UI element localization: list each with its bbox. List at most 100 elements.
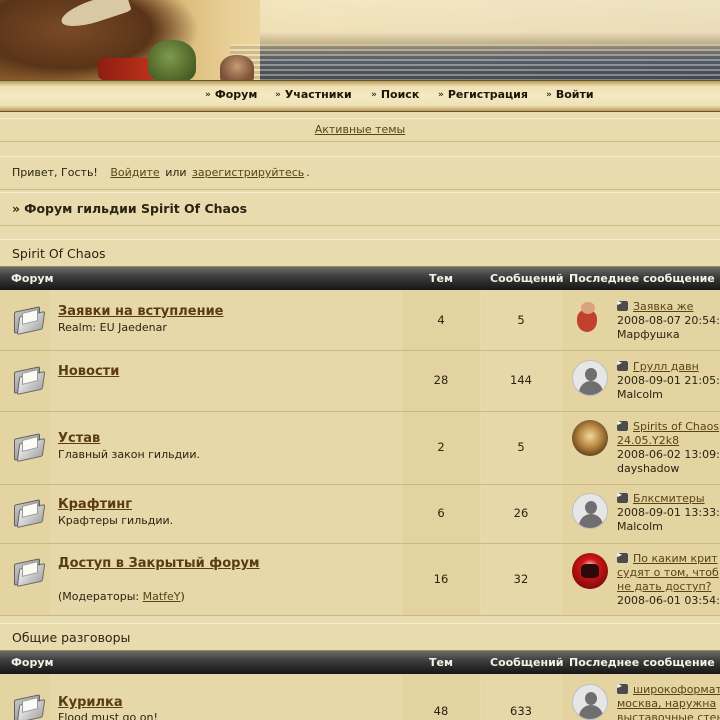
nav-members-label: Участники bbox=[284, 88, 352, 101]
greeting-text: Привет, Гость! bbox=[12, 166, 98, 179]
register-link[interactable]: зарегистрируйтесь bbox=[192, 166, 304, 179]
forum-main-cell: Доступ в Закрытый форум (Модераторы: Mat… bbox=[50, 544, 401, 615]
last-post-date: 2008-08-07 20:54: bbox=[617, 314, 720, 327]
nav-search[interactable]: » Поиск bbox=[371, 88, 419, 104]
goto-last-post-icon[interactable] bbox=[617, 298, 628, 311]
forum-row: Крафтинг Крафтеры гильдии. 6 26 Блксмите… bbox=[0, 485, 720, 544]
moderator-link[interactable]: MatfeY bbox=[143, 590, 181, 603]
double-chevron-icon: » bbox=[438, 90, 444, 100]
moderators-close: ) bbox=[180, 590, 185, 603]
last-post-cell: Грулл давн 2008-09-01 21:05: Malcolm bbox=[562, 351, 720, 411]
active-topics-link[interactable]: Активные темы bbox=[315, 123, 406, 136]
forum-name-link[interactable]: Доступ в Закрытый форум bbox=[58, 556, 260, 571]
last-post-title-link[interactable]: По каким крит bbox=[633, 552, 718, 565]
main-navbar: » Форум » Участники » Поиск » Регистрация » В… bbox=[0, 80, 720, 112]
last-post-title-link[interactable]: широкоформат bbox=[633, 683, 720, 696]
forum-main-cell: Устав Главный закон гильдии. bbox=[50, 412, 401, 484]
last-post-date: 2008-09-01 13:33: bbox=[617, 506, 720, 519]
topics-cell: 2 bbox=[402, 412, 480, 484]
posts-cell: 633 bbox=[481, 674, 561, 720]
posts-cell: 144 bbox=[481, 351, 561, 411]
last-post-title-line: По каким крит bbox=[617, 550, 718, 565]
posts-count: 5 bbox=[517, 440, 525, 454]
goto-last-post-icon[interactable] bbox=[617, 550, 628, 563]
banner-human-figure bbox=[220, 55, 254, 80]
goto-last-post-icon[interactable] bbox=[617, 358, 628, 371]
breadcrumb-raquo: » bbox=[12, 201, 21, 216]
forum-description: Крафтеры гильдии. bbox=[58, 514, 174, 527]
last-post-title-line: Spirits of Chaos bbox=[617, 418, 719, 433]
last-post-cell: широкоформат москва, наружна выставочные… bbox=[562, 674, 720, 720]
greeting-suffix: . bbox=[306, 166, 310, 179]
nav-forum[interactable]: » Форум bbox=[205, 88, 257, 104]
last-post-title-link[interactable]: Грулл давн bbox=[633, 360, 699, 373]
forum-name-link[interactable]: Крафтинг bbox=[58, 497, 132, 512]
forum-name-link[interactable]: Устав bbox=[58, 431, 100, 446]
last-post-title-link[interactable]: Заявка же bbox=[633, 300, 693, 313]
posts-cell: 26 bbox=[481, 485, 561, 543]
last-post-title-link-cont[interactable]: судят о том, чтоб bbox=[617, 566, 719, 579]
dwarf-avatar[interactable] bbox=[572, 300, 608, 336]
topics-cell: 28 bbox=[402, 351, 480, 411]
last-post-author: Марфушка bbox=[617, 328, 680, 341]
forum-icon-cell bbox=[0, 351, 50, 411]
default-avatar[interactable] bbox=[572, 493, 608, 529]
last-post-date: 2008-06-02 13:09: bbox=[617, 448, 720, 461]
goto-last-post-icon[interactable] bbox=[617, 418, 628, 431]
posts-cell: 5 bbox=[481, 412, 561, 484]
last-post-title-line: Блксмитеры bbox=[617, 490, 705, 505]
double-chevron-icon: » bbox=[371, 90, 377, 100]
forum-description: Flood must go on! bbox=[58, 711, 158, 720]
forum-icon-cell bbox=[0, 290, 50, 350]
topics-count: 4 bbox=[437, 313, 445, 327]
goto-last-post-icon[interactable] bbox=[617, 681, 628, 694]
last-post-title-link-cont[interactable]: выставочные стен bbox=[617, 711, 720, 720]
topics-cell: 16 bbox=[402, 544, 480, 615]
header-last-post: Последнее сообщение bbox=[569, 656, 715, 669]
forum-row: Новости 28 144 Грулл давн 2008-09-01 21:… bbox=[0, 351, 720, 412]
last-post-title-link[interactable]: Spirits of Chaos bbox=[633, 420, 719, 433]
posts-count: 26 bbox=[513, 506, 529, 520]
last-post-title-line: широкоформат bbox=[617, 681, 720, 696]
nav-members[interactable]: » Участники bbox=[275, 88, 352, 104]
forum-name-link[interactable]: Курилка bbox=[58, 695, 123, 710]
folder-icon bbox=[12, 365, 46, 396]
table-header: Форум Тем Сообщений Последнее сообщение bbox=[0, 650, 720, 674]
last-post-author: Malcolm bbox=[617, 520, 663, 533]
forum-name-link[interactable]: Заявки на вступление bbox=[58, 304, 224, 319]
forum-row: Доступ в Закрытый форум (Модераторы: Mat… bbox=[0, 544, 720, 616]
topics-cell: 6 bbox=[402, 485, 480, 543]
last-post-title-line: Грулл давн bbox=[617, 358, 699, 373]
forum-description: Realm: EU Jaedenar bbox=[58, 321, 167, 334]
folder-icon bbox=[12, 557, 46, 588]
nav-login[interactable]: » Войти bbox=[546, 88, 594, 104]
folder-icon bbox=[12, 693, 46, 720]
category-title: Общие разговоры bbox=[0, 623, 720, 651]
last-post-title-link-cont[interactable]: не дать доступ? bbox=[617, 580, 712, 593]
folder-icon bbox=[12, 432, 46, 463]
folder-icon bbox=[12, 305, 46, 336]
forum-icon-cell bbox=[0, 485, 50, 543]
forum-main-cell: Новости bbox=[50, 351, 401, 411]
category-title: Spirit Of Chaos bbox=[0, 239, 720, 267]
posts-count: 144 bbox=[510, 373, 532, 387]
greeting-or: или bbox=[165, 166, 187, 179]
red-avatar[interactable] bbox=[572, 553, 608, 589]
last-post-cell: Блксмитеры 2008-09-01 13:33: Malcolm bbox=[562, 485, 720, 543]
header-forum: Форум bbox=[11, 656, 54, 669]
header-last-post: Последнее сообщение bbox=[569, 272, 715, 285]
login-link[interactable]: Войдите bbox=[110, 166, 159, 179]
last-post-date: 2008-06-01 03:54: bbox=[617, 594, 720, 607]
gold-avatar[interactable] bbox=[572, 420, 608, 456]
nav-register[interactable]: » Регистрация bbox=[438, 88, 528, 104]
topics-count: 2 bbox=[437, 440, 445, 454]
forum-name-link[interactable]: Новости bbox=[58, 364, 119, 379]
goto-last-post-icon[interactable] bbox=[617, 490, 628, 503]
default-avatar[interactable] bbox=[572, 684, 608, 720]
last-post-title-link-cont[interactable]: 24.05.Y2k8 bbox=[617, 434, 679, 447]
breadcrumb-title: Форум гильдии Spirit Of Chaos bbox=[24, 201, 248, 216]
last-post-title-link-cont[interactable]: москва, наружна bbox=[617, 697, 716, 710]
forum-main-cell: Заявки на вступление Realm: EU Jaedenar bbox=[50, 290, 401, 350]
last-post-title-link[interactable]: Блксмитеры bbox=[633, 492, 705, 505]
default-avatar[interactable] bbox=[572, 360, 608, 396]
